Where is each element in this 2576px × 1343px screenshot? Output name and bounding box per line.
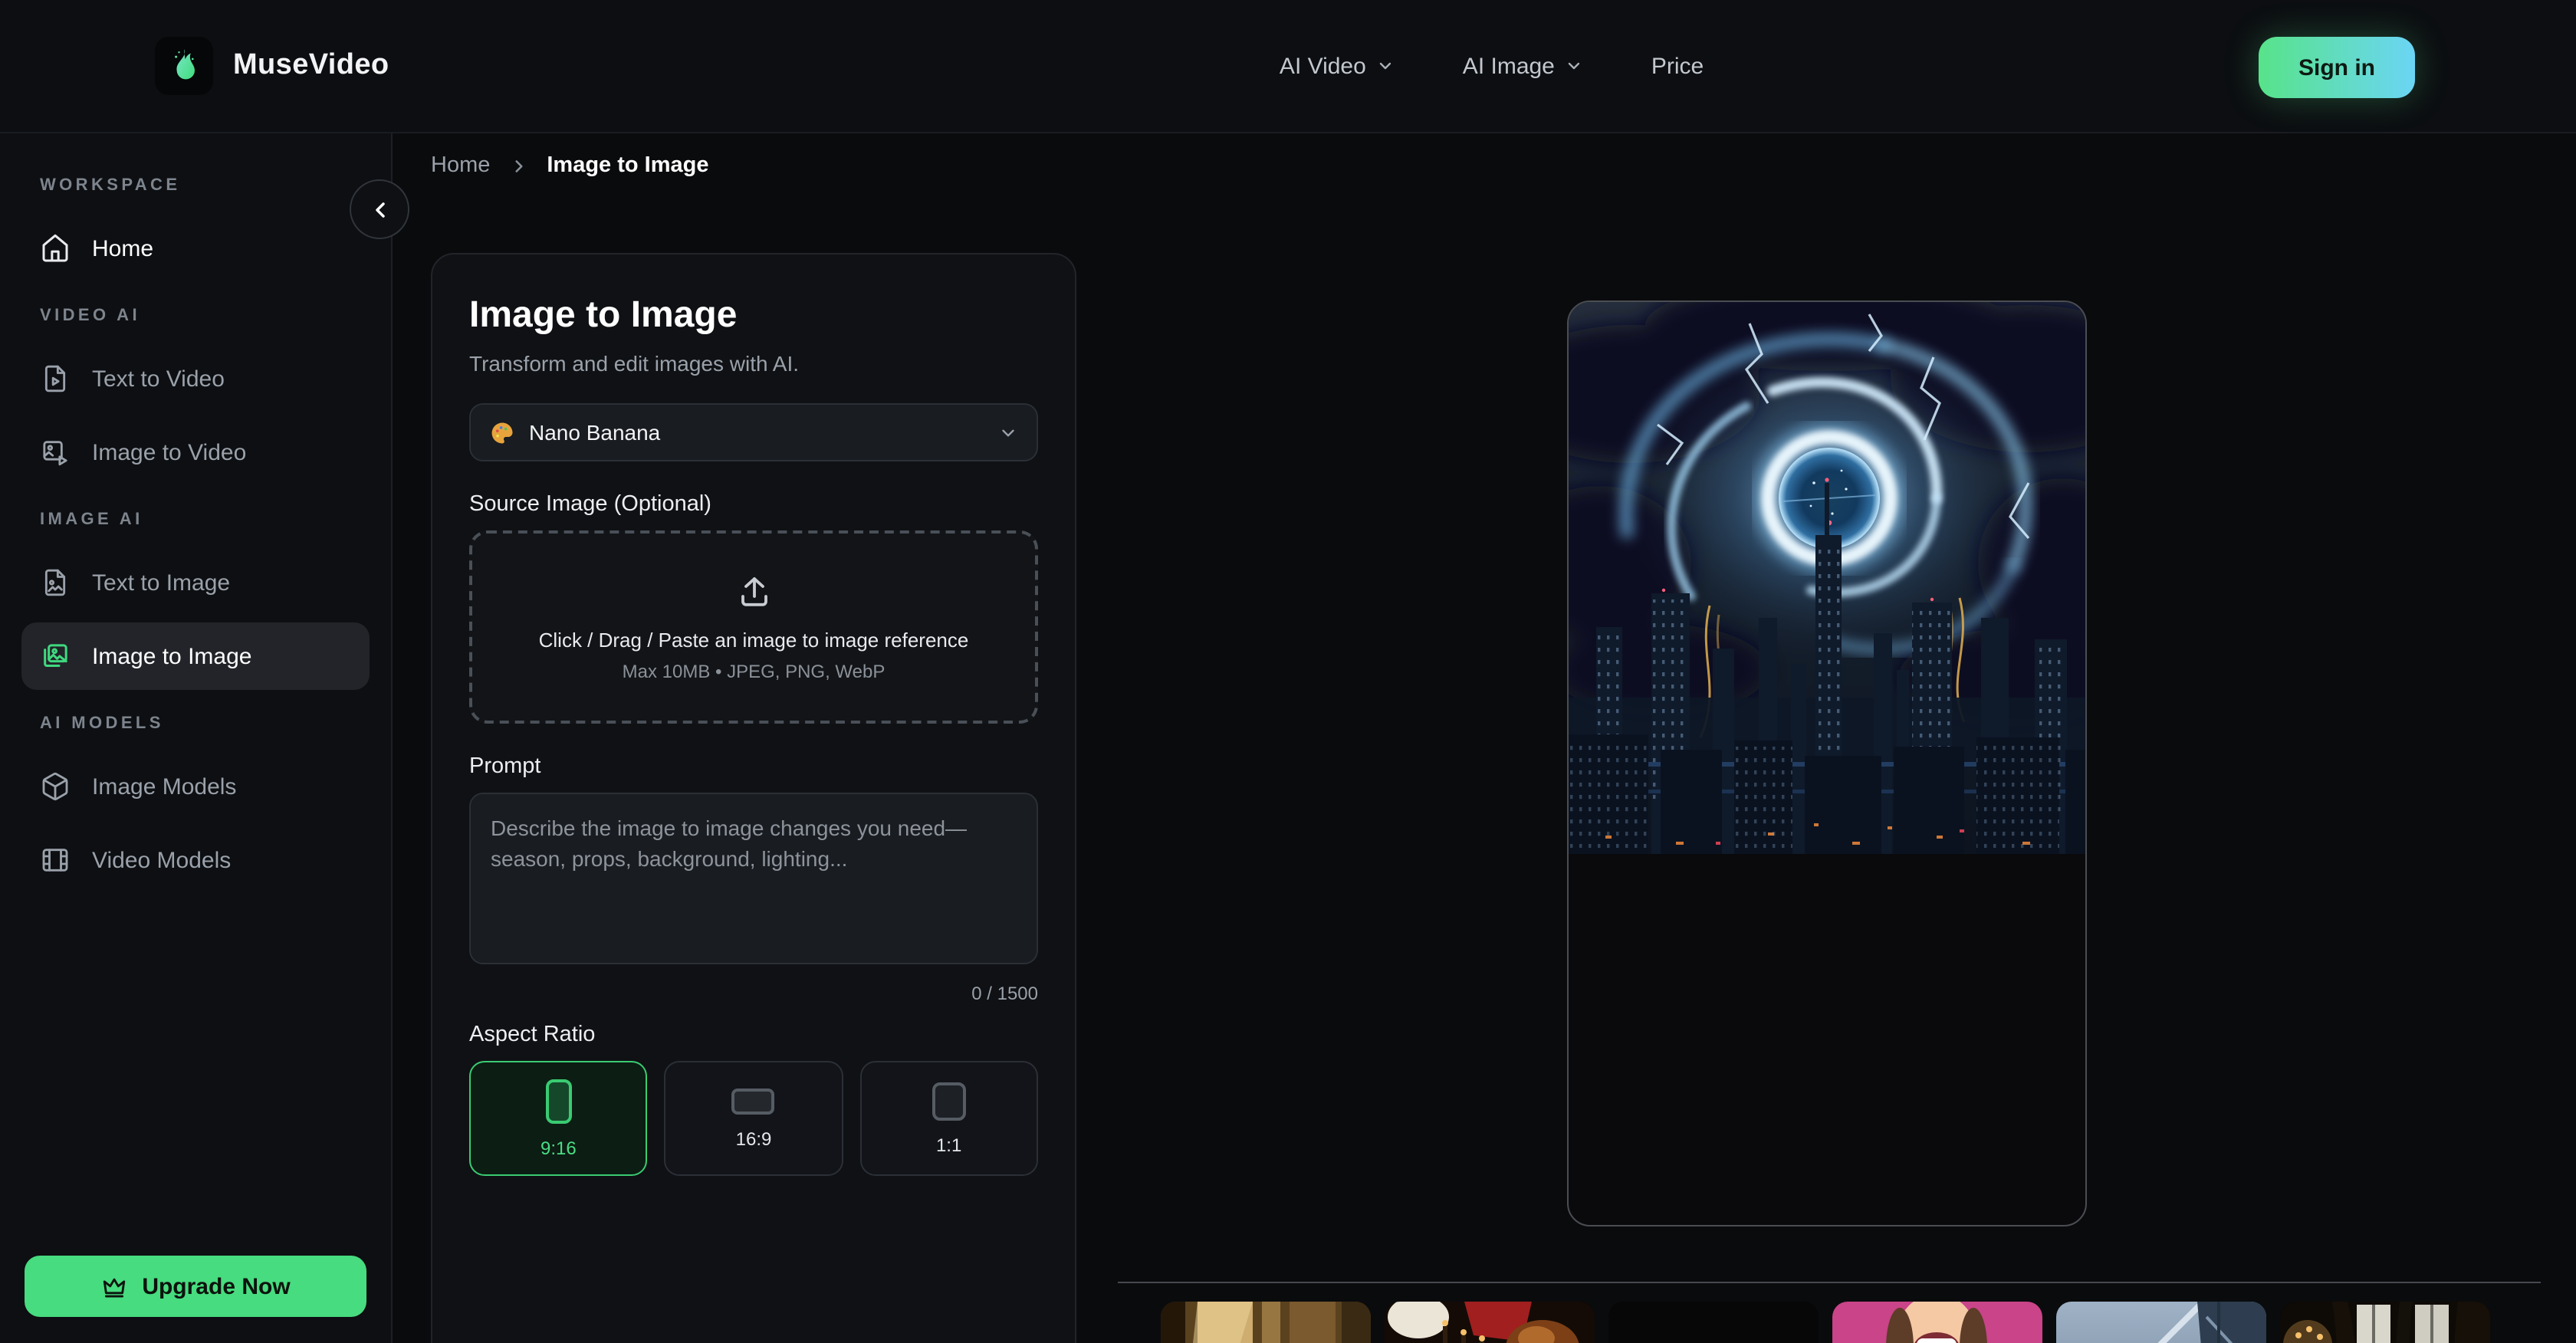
section-title-image-ai: IMAGE AI (40, 511, 351, 529)
palette-icon (489, 419, 515, 445)
brand-name: MuseVideo (233, 49, 389, 83)
portrait-shape-icon (545, 1079, 571, 1123)
section-title-ai-models: AI MODELS (40, 714, 351, 733)
gallery-thumb-warm-interior[interactable] (1161, 1302, 1371, 1343)
sidebar-item-image-models[interactable]: Image Models (21, 753, 370, 820)
sidebar-item-text-to-image[interactable]: Text to Image (21, 549, 370, 616)
upgrade-now-label: Upgrade Now (142, 1273, 290, 1299)
prompt-label: Prompt (469, 754, 1038, 779)
sidebar-item-text-to-video[interactable]: Text to Video (21, 345, 370, 412)
nav-ai-video[interactable]: AI Video (1280, 53, 1395, 79)
gallery-divider (1118, 1282, 2541, 1283)
sidebar-item-label: Image to Video (92, 439, 246, 465)
sidebar-item-label: Image to Image (92, 643, 251, 669)
upgrade-now-button[interactable]: Upgrade Now (25, 1256, 366, 1317)
prompt-input[interactable] (469, 793, 1038, 964)
sidebar-collapse-button[interactable] (350, 179, 409, 239)
sidebar-item-image-to-image[interactable]: Image to Image (21, 622, 370, 690)
package-icon (40, 771, 71, 802)
upload-constraints: Max 10MB • JPEG, PNG, WebP (623, 660, 886, 681)
main-content: Home Image to Image Image to Image Trans… (393, 133, 2576, 1343)
image-to-image-panel: Image to Image Transform and edit images… (431, 253, 1076, 1343)
topbar: MuseVideo AI Video AI Image Price Sign i… (0, 0, 2576, 133)
breadcrumb-home-link[interactable]: Home (431, 153, 490, 178)
chevron-left-icon (367, 197, 392, 222)
breadcrumb: Home Image to Image (431, 153, 709, 178)
brand-logo (155, 37, 213, 95)
musevideo-app: MuseVideo AI Video AI Image Price Sign i… (0, 0, 2576, 1343)
brand[interactable]: MuseVideo (155, 37, 389, 95)
aspect-ratio-label: Aspect Ratio (469, 1023, 1038, 1047)
source-image-dropzone[interactable]: Click / Drag / Paste an image to image r… (469, 530, 1038, 724)
gallery-thumb-dark-room-candles[interactable] (2280, 1302, 2490, 1343)
chevron-down-icon (1377, 57, 1395, 75)
home-icon (40, 233, 71, 264)
gallery-thumbnails (1161, 1302, 2490, 1343)
gallery-thumb-smiling-woman[interactable] (1832, 1302, 2042, 1343)
landscape-shape-icon (732, 1088, 775, 1114)
sidebar-item-label: Image Models (92, 773, 236, 800)
chevron-down-icon (1566, 57, 1584, 75)
nav-price-label: Price (1651, 53, 1704, 79)
generated-image-vortex-city (1569, 302, 2087, 854)
image-video-icon (40, 437, 71, 468)
sidebar-item-home[interactable]: Home (21, 215, 370, 282)
chevron-right-icon (508, 156, 528, 176)
nav-ai-image-label: AI Image (1463, 53, 1555, 79)
crown-icon (100, 1273, 127, 1299)
gallery-thumb-candlelit-feast[interactable] (1385, 1302, 1595, 1343)
source-image-label: Source Image (Optional) (469, 492, 1038, 517)
model-select[interactable]: Nano Banana (469, 403, 1038, 461)
flame-icon (164, 46, 204, 86)
sidebar-item-label: Video Models (92, 847, 231, 873)
upload-icon (735, 573, 772, 609)
sidebar-item-image-to-video[interactable]: Image to Video (21, 419, 370, 486)
sidebar-item-label: Home (92, 235, 153, 261)
aspect-option-label: 16:9 (736, 1128, 772, 1149)
preview-panel (1567, 300, 2087, 1226)
page-title: Image to Image (469, 294, 1038, 337)
aspect-option-label: 1:1 (936, 1134, 961, 1155)
aspect-option-label: 9:16 (540, 1137, 577, 1158)
square-shape-icon (932, 1082, 966, 1120)
film-icon (40, 845, 71, 875)
file-image-icon (40, 567, 71, 598)
chevron-down-icon (998, 422, 1018, 442)
file-video-icon (40, 363, 71, 394)
aspect-ratio-group: 9:16 16:9 1:1 (469, 1061, 1038, 1176)
aspect-option-9-16[interactable]: 9:16 (469, 1061, 648, 1176)
sidebar: WORKSPACE Home VIDEO AI Text to Video Im… (0, 133, 393, 1343)
nav-ai-video-label: AI Video (1280, 53, 1366, 79)
nav-price[interactable]: Price (1651, 53, 1704, 79)
upload-instructions: Click / Drag / Paste an image to image r… (539, 628, 969, 651)
sidebar-item-label: Text to Image (92, 570, 230, 596)
sign-in-button[interactable]: Sign in (2259, 37, 2415, 98)
section-title-video-ai: VIDEO AI (40, 307, 351, 325)
breadcrumb-current: Image to Image (547, 153, 708, 178)
sidebar-item-label: Text to Video (92, 366, 225, 392)
aspect-option-16-9[interactable]: 16:9 (665, 1061, 843, 1176)
gallery-thumb-black-frame[interactable] (1608, 1302, 1819, 1343)
gallery-thumb-aerial-city[interactable] (2056, 1302, 2266, 1343)
sidebar-item-video-models[interactable]: Video Models (21, 826, 370, 894)
aspect-option-1-1[interactable]: 1:1 (859, 1061, 1038, 1176)
nav-ai-image[interactable]: AI Image (1463, 53, 1584, 79)
char-counter: 0 / 1500 (469, 983, 1038, 1004)
top-navigation: AI Video AI Image Price (1280, 53, 1704, 79)
model-select-value: Nano Banana (529, 420, 984, 445)
section-title-workspace: WORKSPACE (40, 176, 351, 195)
images-icon (40, 641, 71, 672)
page-subtitle: Transform and edit images with AI. (469, 351, 1038, 376)
